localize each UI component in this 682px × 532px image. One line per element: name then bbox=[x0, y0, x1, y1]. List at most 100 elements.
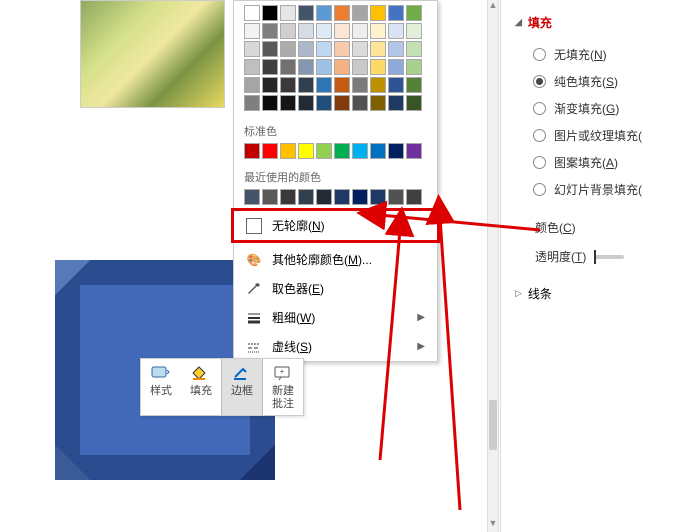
comment-button[interactable]: + 新建 批注 bbox=[263, 359, 303, 415]
color-swatch[interactable] bbox=[370, 95, 386, 111]
more-colors-item[interactable]: 🎨 其他轮廓颜色(M)... bbox=[234, 245, 437, 274]
color-swatch[interactable] bbox=[262, 95, 278, 111]
color-swatch[interactable] bbox=[262, 189, 278, 205]
color-swatch[interactable] bbox=[388, 5, 404, 21]
color-swatch[interactable] bbox=[352, 5, 368, 21]
color-swatch[interactable] bbox=[352, 59, 368, 75]
color-swatch[interactable] bbox=[244, 59, 260, 75]
color-swatch[interactable] bbox=[244, 95, 260, 111]
color-swatch[interactable] bbox=[262, 59, 278, 75]
color-swatch[interactable] bbox=[280, 5, 296, 21]
color-swatch[interactable] bbox=[352, 189, 368, 205]
color-swatch[interactable] bbox=[298, 143, 314, 159]
line-section-title[interactable]: ▷ 线条 bbox=[501, 281, 682, 306]
color-swatch[interactable] bbox=[406, 95, 422, 111]
no-fill-radio[interactable]: 无填充(N) bbox=[533, 41, 682, 68]
pattern-fill-radio[interactable]: 图案填充(A) bbox=[533, 149, 682, 176]
color-swatch[interactable] bbox=[388, 189, 404, 205]
color-swatch[interactable] bbox=[298, 5, 314, 21]
color-swatch[interactable] bbox=[406, 5, 422, 21]
color-swatch[interactable] bbox=[334, 95, 350, 111]
slide-bg-fill-radio[interactable]: 幻灯片背景填充( bbox=[533, 176, 682, 203]
picture-fill-radio[interactable]: 图片或纹理填充( bbox=[533, 122, 682, 149]
color-swatch[interactable] bbox=[370, 77, 386, 93]
color-swatch[interactable] bbox=[316, 95, 332, 111]
border-button[interactable]: 边框 bbox=[221, 359, 263, 415]
color-swatch[interactable] bbox=[388, 23, 404, 39]
color-swatch[interactable] bbox=[244, 23, 260, 39]
color-swatch[interactable] bbox=[334, 143, 350, 159]
color-swatch[interactable] bbox=[388, 59, 404, 75]
color-swatch[interactable] bbox=[244, 189, 260, 205]
color-swatch[interactable] bbox=[388, 95, 404, 111]
color-swatch[interactable] bbox=[280, 189, 296, 205]
fill-section-title[interactable]: ◢ 填充 bbox=[501, 10, 682, 35]
color-swatch[interactable] bbox=[334, 77, 350, 93]
color-swatch[interactable] bbox=[244, 77, 260, 93]
color-swatch[interactable] bbox=[388, 77, 404, 93]
scrollbar[interactable]: ▲ ▼ bbox=[487, 0, 499, 532]
color-swatch[interactable] bbox=[244, 5, 260, 21]
color-swatch[interactable] bbox=[244, 143, 260, 159]
solid-fill-radio[interactable]: 纯色填充(S) bbox=[533, 68, 682, 95]
color-swatch[interactable] bbox=[298, 77, 314, 93]
color-swatch[interactable] bbox=[298, 59, 314, 75]
color-swatch[interactable] bbox=[298, 41, 314, 57]
color-swatch[interactable] bbox=[262, 23, 278, 39]
color-swatch[interactable] bbox=[316, 5, 332, 21]
color-swatch[interactable] bbox=[280, 143, 296, 159]
scroll-thumb[interactable] bbox=[489, 400, 497, 450]
color-swatch[interactable] bbox=[370, 41, 386, 57]
color-swatch[interactable] bbox=[370, 23, 386, 39]
weight-item[interactable]: 粗细(W) ▶ bbox=[234, 303, 437, 332]
color-swatch[interactable] bbox=[280, 95, 296, 111]
color-swatch[interactable] bbox=[316, 189, 332, 205]
color-swatch[interactable] bbox=[280, 59, 296, 75]
color-swatch[interactable] bbox=[352, 77, 368, 93]
color-swatch[interactable] bbox=[352, 95, 368, 111]
color-swatch[interactable] bbox=[334, 41, 350, 57]
scroll-down-icon[interactable]: ▼ bbox=[488, 518, 498, 532]
color-swatch[interactable] bbox=[334, 5, 350, 21]
color-swatch[interactable] bbox=[352, 23, 368, 39]
color-swatch[interactable] bbox=[298, 23, 314, 39]
color-swatch[interactable] bbox=[406, 23, 422, 39]
color-swatch[interactable] bbox=[334, 189, 350, 205]
color-swatch[interactable] bbox=[406, 59, 422, 75]
color-swatch[interactable] bbox=[334, 59, 350, 75]
color-swatch[interactable] bbox=[316, 143, 332, 159]
transparency-slider[interactable] bbox=[594, 255, 624, 259]
color-swatch[interactable] bbox=[316, 23, 332, 39]
transparency-row[interactable]: 透明度(T) bbox=[501, 242, 682, 271]
color-swatch[interactable] bbox=[370, 143, 386, 159]
color-swatch[interactable] bbox=[388, 41, 404, 57]
color-swatch[interactable] bbox=[280, 23, 296, 39]
color-swatch[interactable] bbox=[280, 77, 296, 93]
color-swatch[interactable] bbox=[406, 189, 422, 205]
color-swatch[interactable] bbox=[244, 41, 260, 57]
dashes-item[interactable]: 虚线(S) ▶ bbox=[234, 332, 437, 361]
color-swatch[interactable] bbox=[406, 143, 422, 159]
color-swatch[interactable] bbox=[316, 59, 332, 75]
color-swatch[interactable] bbox=[370, 5, 386, 21]
color-swatch[interactable] bbox=[298, 95, 314, 111]
color-swatch[interactable] bbox=[298, 189, 314, 205]
color-swatch[interactable] bbox=[370, 189, 386, 205]
no-outline-item[interactable]: 无轮廓(N) bbox=[231, 208, 440, 243]
color-swatch[interactable] bbox=[334, 23, 350, 39]
color-swatch[interactable] bbox=[370, 59, 386, 75]
scroll-up-icon[interactable]: ▲ bbox=[488, 0, 498, 14]
eyedropper-item[interactable]: 取色器(E) bbox=[234, 274, 437, 303]
color-swatch[interactable] bbox=[388, 143, 404, 159]
color-swatch[interactable] bbox=[352, 143, 368, 159]
color-swatch[interactable] bbox=[406, 77, 422, 93]
color-swatch[interactable] bbox=[352, 41, 368, 57]
color-swatch[interactable] bbox=[316, 77, 332, 93]
color-swatch[interactable] bbox=[262, 41, 278, 57]
gradient-fill-radio[interactable]: 渐变填充(G) bbox=[533, 95, 682, 122]
color-swatch[interactable] bbox=[262, 143, 278, 159]
fill-button[interactable]: 填充 bbox=[181, 359, 221, 415]
color-swatch[interactable] bbox=[262, 5, 278, 21]
color-row[interactable]: 颜色(C) bbox=[501, 213, 682, 242]
color-swatch[interactable] bbox=[316, 41, 332, 57]
